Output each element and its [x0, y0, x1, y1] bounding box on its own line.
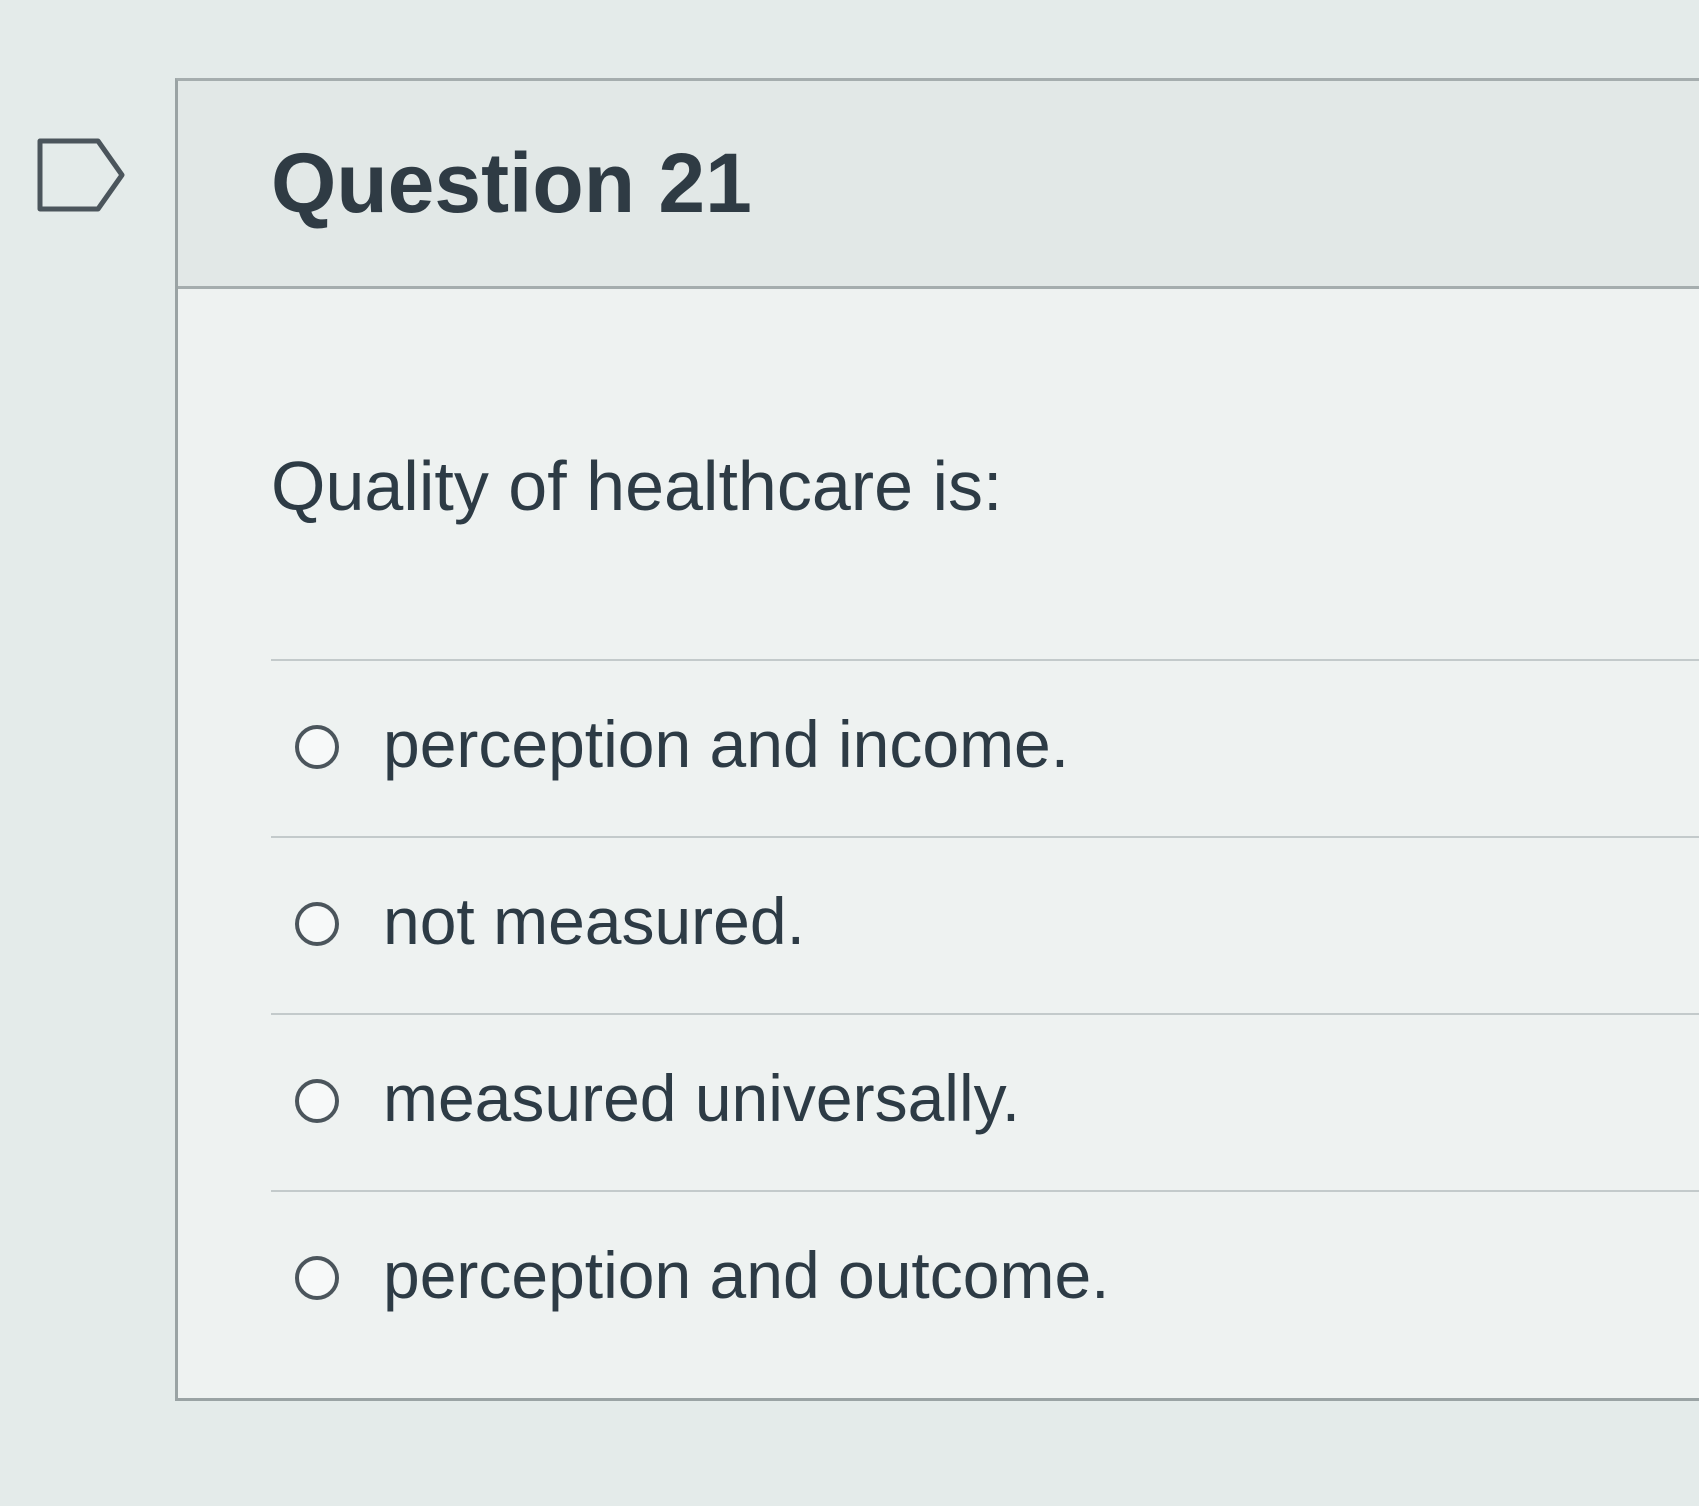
flag-question-icon[interactable] [36, 137, 126, 213]
radio-button-icon[interactable] [295, 1079, 339, 1123]
answer-list: perception and income. not measured. mea… [271, 659, 1699, 1367]
question-header: Question 21 [178, 81, 1699, 289]
answer-label[interactable]: perception and outcome. [383, 1236, 1109, 1315]
answer-label[interactable]: perception and income. [383, 705, 1069, 784]
answer-option[interactable]: perception and outcome. [271, 1190, 1699, 1367]
answer-option[interactable]: perception and income. [271, 659, 1699, 836]
radio-button-icon[interactable] [295, 725, 339, 769]
radio-button-icon[interactable] [295, 1256, 339, 1300]
question-text: Quality of healthcare is: [271, 447, 1003, 525]
answer-option[interactable]: not measured. [271, 836, 1699, 1013]
answer-option[interactable]: measured universally. [271, 1013, 1699, 1190]
answer-label[interactable]: measured universally. [383, 1059, 1020, 1138]
question-title: Question 21 [271, 136, 752, 230]
radio-button-icon[interactable] [295, 902, 339, 946]
question-card: Question 21 Quality of healthcare is: pe… [175, 78, 1699, 1401]
answer-label[interactable]: not measured. [383, 882, 805, 961]
